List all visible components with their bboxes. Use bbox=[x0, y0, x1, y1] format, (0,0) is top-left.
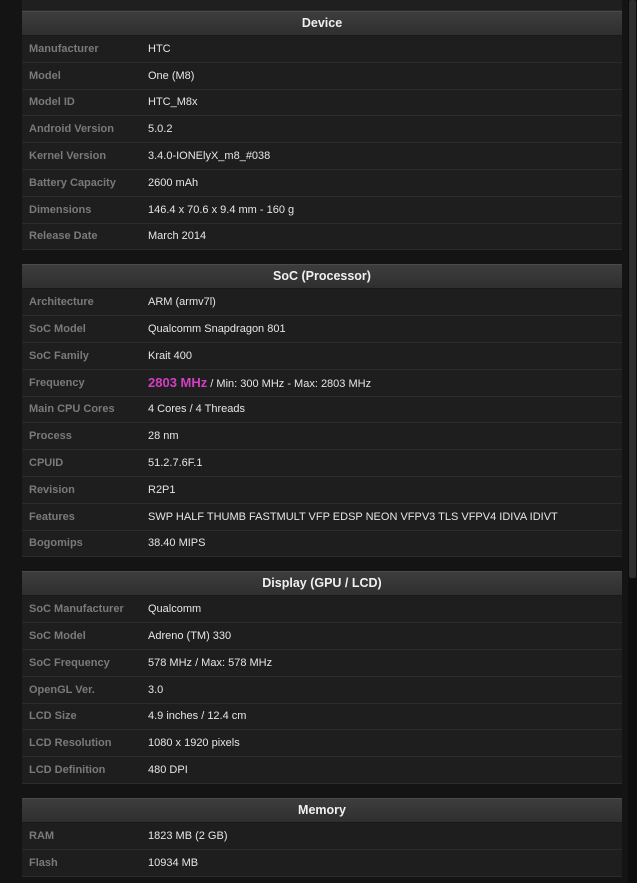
section-title: SoC (Processor) bbox=[22, 264, 622, 290]
section-soc: SoC (Processor) Architecture ARM (armv7l) S… bbox=[22, 264, 622, 558]
spec-label: RAM bbox=[29, 829, 55, 842]
spec-value: R2P1 bbox=[148, 483, 176, 496]
spec-row: Features SWP HALF THUMB FASTMULT VFP EDSP… bbox=[22, 503, 622, 531]
spec-row: Frequency 2803 MHz / Min: 300 MHz - Max: … bbox=[22, 369, 622, 397]
section-memory: Memory RAM 1823 MB (2 GB) Flash 10934 MB bbox=[22, 797, 622, 877]
spec-label: Architecture bbox=[29, 296, 94, 309]
spec-label: Model bbox=[29, 69, 61, 82]
spec-label: OpenGL Ver. bbox=[29, 683, 95, 696]
spec-value: 5.0.2 bbox=[148, 123, 173, 136]
spec-label: Process bbox=[29, 430, 72, 443]
spec-value: ARM (armv7l) bbox=[148, 296, 216, 309]
spec-value: 2803 MHz / Min: 300 MHz - Max: 2803 MHz bbox=[148, 375, 371, 390]
spec-label: LCD Definition bbox=[29, 764, 106, 777]
spec-value: 4 Cores / 4 Threads bbox=[148, 403, 246, 416]
spec-label: Frequency bbox=[29, 376, 85, 389]
spec-row: Bogomips 38.40 MIPS bbox=[22, 530, 622, 558]
spec-value: 1080 x 1920 pixels bbox=[148, 737, 240, 750]
frequency-range: / Min: 300 MHz - Max: 2803 MHz bbox=[207, 378, 372, 391]
scrollbar[interactable] bbox=[628, 0, 637, 883]
spec-label: Revision bbox=[29, 483, 75, 496]
section-title: Memory bbox=[22, 797, 622, 823]
spec-row: Dimensions 146.4 x 70.6 x 9.4 mm - 160 g bbox=[22, 196, 622, 224]
spec-value: 146.4 x 70.6 x 9.4 mm - 160 g bbox=[148, 203, 295, 216]
section-display: Display (GPU / LCD) SoC Manufacturer Qualc… bbox=[22, 571, 622, 784]
scrollbar-thumb[interactable] bbox=[629, 0, 636, 578]
spec-value: HTC bbox=[148, 42, 171, 55]
spec-value: SWP HALF THUMB FASTMULT VFP EDSP NEON VF… bbox=[148, 510, 558, 523]
section-title: Device bbox=[22, 11, 622, 36]
spec-value: 4.9 inches / 12.4 cm bbox=[148, 710, 247, 723]
spec-value: One (M8) bbox=[148, 69, 195, 82]
spec-value: 3.4.0-IONElyX_m8_#038 bbox=[148, 150, 271, 163]
spec-label: Flash bbox=[29, 856, 58, 869]
spec-row: Revision R2P1 bbox=[22, 476, 622, 504]
spec-label: SoC Model bbox=[29, 323, 86, 336]
spec-row: Flash 10934 MB bbox=[22, 849, 622, 877]
spec-row: Release Date March 2014 bbox=[22, 223, 622, 251]
spec-label: Model ID bbox=[29, 96, 75, 109]
spec-row: Model ID HTC_M8x bbox=[22, 89, 622, 117]
spec-sections: Device Manufacturer HTC Model One (M8) Model … bbox=[22, 11, 622, 883]
spec-label: Battery Capacity bbox=[29, 176, 116, 189]
spec-label: SoC Family bbox=[29, 349, 89, 362]
spec-value: Qualcomm bbox=[148, 603, 202, 616]
spec-row: SoC Model Qualcomm Snapdragon 801 bbox=[22, 316, 622, 343]
spec-row: LCD Definition 480 DPI bbox=[22, 757, 622, 784]
spec-label: LCD Resolution bbox=[29, 737, 112, 750]
spec-row: Architecture ARM (armv7l) bbox=[22, 289, 622, 317]
spec-page: Device Manufacturer HTC Model One (M8) Model … bbox=[22, 0, 622, 883]
top-divider bbox=[22, 0, 622, 11]
spec-row: LCD Size 4.9 inches / 12.4 cm bbox=[22, 703, 622, 731]
spec-value: Krait 400 bbox=[148, 349, 193, 362]
spec-value: 3.0 bbox=[148, 683, 164, 696]
spec-label: Main CPU Cores bbox=[29, 403, 115, 416]
spec-row: Battery Capacity 2600 mAh bbox=[22, 169, 622, 197]
spec-value: March 2014 bbox=[148, 230, 207, 243]
spec-label: Dimensions bbox=[29, 203, 92, 216]
spec-label: Features bbox=[29, 510, 75, 523]
spec-row: RAM 1823 MB (2 GB) bbox=[22, 822, 622, 850]
spec-row: Main CPU Cores 4 Cores / 4 Threads bbox=[22, 396, 622, 424]
spec-value: Adreno (TM) 330 bbox=[148, 630, 232, 643]
spec-row: Kernel Version 3.4.0-IONElyX_m8_#038 bbox=[22, 143, 622, 170]
spec-row: Manufacturer HTC bbox=[22, 36, 622, 63]
spec-row: OpenGL Ver. 3.0 bbox=[22, 676, 622, 704]
spec-row: LCD Resolution 1080 x 1920 pixels bbox=[22, 730, 622, 758]
spec-label: Release Date bbox=[29, 230, 98, 243]
spec-label: SoC Model bbox=[29, 630, 86, 643]
spec-row: SoC Model Adreno (TM) 330 bbox=[22, 623, 622, 650]
spec-value: HTC_M8x bbox=[148, 96, 198, 109]
spec-label: Android Version bbox=[29, 123, 114, 136]
spec-label: Kernel Version bbox=[29, 150, 107, 163]
spec-row: SoC Manufacturer Qualcomm bbox=[22, 596, 622, 624]
spec-value: 38.40 MIPS bbox=[148, 537, 206, 550]
spec-value: 480 DPI bbox=[148, 764, 188, 777]
spec-label: LCD Size bbox=[29, 710, 77, 723]
spec-label: SoC Manufacturer bbox=[29, 603, 124, 616]
spec-label: SoC Frequency bbox=[29, 656, 110, 669]
spec-value: 2600 mAh bbox=[148, 176, 199, 189]
spec-row: CPUID 51.2.7.6F.1 bbox=[22, 450, 622, 477]
spec-row: SoC Frequency 578 MHz / Max: 578 MHz bbox=[22, 649, 622, 677]
section-device: Device Manufacturer HTC Model One (M8) Model … bbox=[22, 11, 622, 251]
spec-value: 28 nm bbox=[148, 430, 179, 443]
spec-label: Manufacturer bbox=[29, 42, 99, 55]
section-title: Display (GPU / LCD) bbox=[22, 571, 622, 597]
spec-row: Process 28 nm bbox=[22, 423, 622, 451]
spec-value: 1823 MB (2 GB) bbox=[148, 829, 228, 842]
spec-value: 10934 MB bbox=[148, 856, 199, 869]
spec-row: SoC Family Krait 400 bbox=[22, 342, 622, 370]
spec-label: CPUID bbox=[29, 457, 64, 470]
spec-value: Qualcomm Snapdragon 801 bbox=[148, 323, 286, 336]
spec-label: Bogomips bbox=[29, 537, 83, 550]
spec-value: 51.2.7.6F.1 bbox=[148, 457, 203, 470]
spec-row: Model One (M8) bbox=[22, 62, 622, 90]
spec-value: 578 MHz / Max: 578 MHz bbox=[148, 656, 273, 669]
frequency-highlight: 2803 MHz bbox=[148, 375, 208, 391]
spec-row: Android Version 5.0.2 bbox=[22, 116, 622, 144]
